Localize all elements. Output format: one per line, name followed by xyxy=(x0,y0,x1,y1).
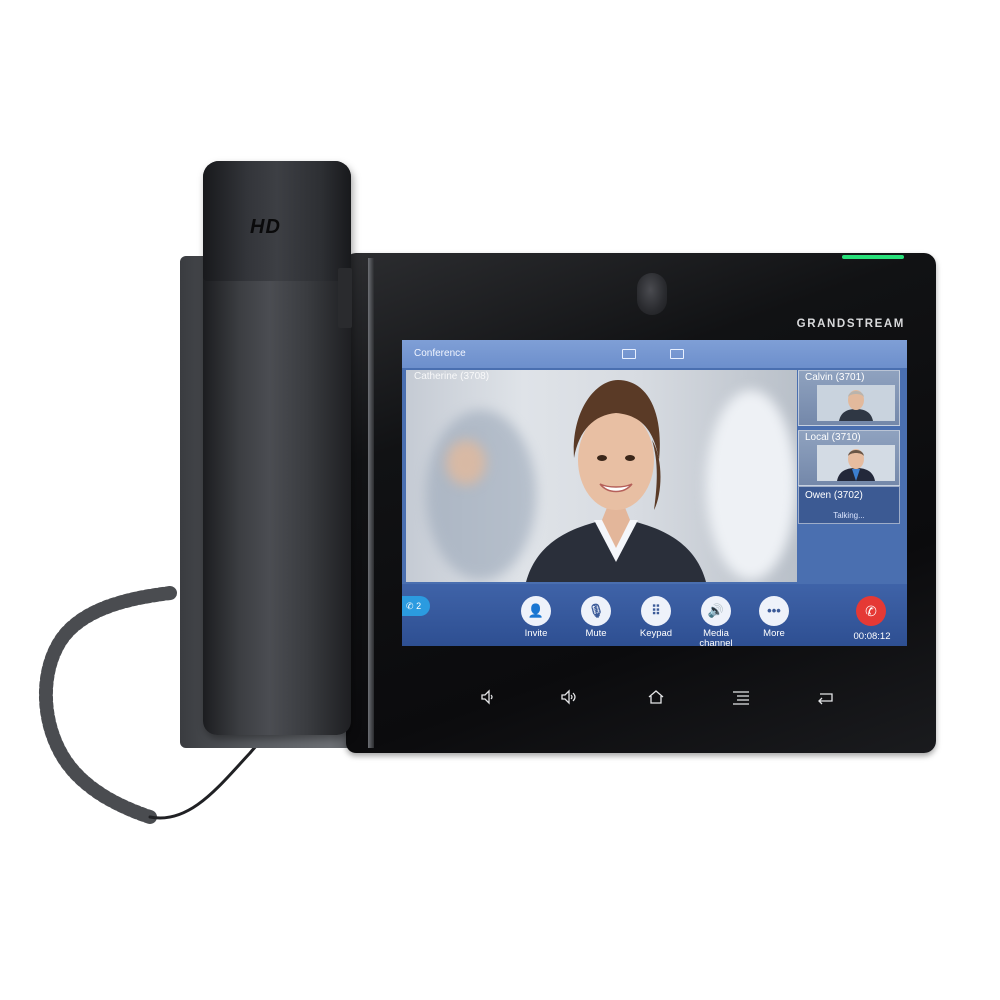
invite-label: Invite xyxy=(524,628,548,639)
layout-split-icon[interactable] xyxy=(622,349,636,359)
line-badge[interactable]: ✆ 2 xyxy=(402,596,430,616)
media-channel-button[interactable]: 🔊 Media channel xyxy=(695,596,737,646)
back-icon[interactable] xyxy=(816,688,836,706)
caller-video xyxy=(526,380,706,582)
more-dots-icon: ••• xyxy=(759,596,789,626)
bezel-edge xyxy=(368,258,374,748)
keypad-icon: ⠿ xyxy=(641,596,671,626)
mute-label: Mute xyxy=(585,628,607,639)
phone-icon: ✆ xyxy=(406,601,414,611)
invite-button[interactable]: 👤 Invite xyxy=(516,596,556,639)
mic-mute-icon: 🎙 xyxy=(581,596,611,626)
call-control-bar: ✆ 2 👤 Invite 🎙 Mute ⠿ Keypad 🔊 Media cha… xyxy=(402,584,907,646)
speaker-icon: 🔊 xyxy=(701,596,731,626)
participant-name: Local (3710) xyxy=(805,432,861,443)
call-timer: 00:08:12 xyxy=(853,631,891,642)
participant-name: Calvin (3701) xyxy=(805,372,865,383)
participant-tile[interactable]: Local (3710) xyxy=(798,430,900,486)
more-button[interactable]: ••• More xyxy=(754,596,794,639)
more-label: More xyxy=(763,628,785,639)
media-channel-label: Media channel xyxy=(699,628,733,647)
participant-status: Talking... xyxy=(833,511,865,520)
touchscreen: Conference Catherine (3708) Calvin (3701… xyxy=(402,340,907,646)
main-video[interactable]: Catherine (3708) xyxy=(406,370,797,582)
add-person-icon: 👤 xyxy=(521,596,551,626)
line-count: 2 xyxy=(416,601,422,611)
home-icon[interactable] xyxy=(646,688,666,706)
hangup-icon: ✆ xyxy=(865,603,877,619)
keypad-button[interactable]: ⠿ Keypad xyxy=(636,596,676,639)
participant-tile[interactable]: Owen (3702) Talking... xyxy=(798,486,900,524)
screen-title: Conference xyxy=(414,348,466,359)
status-led xyxy=(842,255,904,259)
mute-button[interactable]: 🎙 Mute xyxy=(576,596,616,639)
brand-logo: GRANDSTREAM xyxy=(796,318,905,330)
end-call-button[interactable]: ✆ xyxy=(856,596,886,626)
menu-icon[interactable] xyxy=(731,688,751,706)
layout-grid-icon[interactable] xyxy=(670,349,684,359)
participant-name: Owen (3702) xyxy=(805,490,863,501)
participant-video xyxy=(817,445,895,481)
main-caller-name: Catherine (3708) xyxy=(414,371,490,382)
volume-down-icon[interactable] xyxy=(478,688,498,706)
top-bar: Conference xyxy=(402,340,907,368)
participant-video xyxy=(817,385,895,421)
volume-up-icon[interactable] xyxy=(560,688,580,706)
camera-icon xyxy=(637,273,667,315)
hook-switch xyxy=(338,268,352,328)
participant-tile[interactable]: Calvin (3701) xyxy=(798,370,900,426)
keypad-label: Keypad xyxy=(639,628,673,639)
hd-logo: HD xyxy=(250,216,281,238)
